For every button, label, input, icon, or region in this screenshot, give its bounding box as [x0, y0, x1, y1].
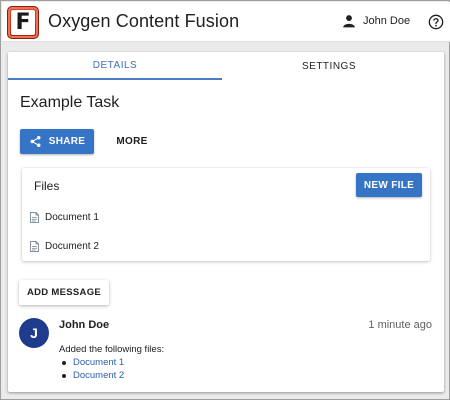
logo-letter: F: [11, 10, 35, 35]
app-logo[interactable]: F: [7, 6, 39, 39]
files-panel: Files NEW FILE Document 1 Document 2: [22, 168, 430, 261]
document-icon: [30, 211, 39, 223]
task-title: Example Task: [20, 94, 120, 111]
message-author: John Doe: [59, 319, 110, 331]
add-message-button[interactable]: ADD MESSAGE: [19, 280, 109, 305]
message-time: 1 minute ago: [368, 319, 432, 331]
help-circle-icon[interactable]: [428, 14, 444, 30]
user-name: John Doe: [363, 15, 411, 27]
file-item[interactable]: Document 2: [30, 239, 99, 253]
share-button[interactable]: SHARE: [20, 129, 94, 154]
bullet-icon: [62, 360, 66, 365]
message-file-link[interactable]: Document 2: [73, 369, 124, 382]
document-icon: [30, 240, 39, 252]
app-header: F Oxygen Content Fusion John Doe: [2, 2, 450, 42]
file-name: Document 1: [45, 211, 99, 223]
app-title: Oxygen Content Fusion: [48, 11, 240, 31]
file-item[interactable]: Document 1: [30, 210, 99, 224]
files-title: Files: [34, 179, 60, 193]
share-button-label: SHARE: [48, 136, 86, 147]
message-file-link[interactable]: Document 1: [73, 356, 124, 369]
tab-details[interactable]: DETAILS: [8, 52, 222, 80]
file-name: Document 2: [45, 240, 99, 252]
more-button[interactable]: MORE: [106, 129, 158, 154]
tab-bar: DETAILS SETTINGS: [8, 52, 444, 80]
task-card: DETAILS SETTINGS Example Task SHARE MORE…: [8, 52, 444, 392]
share-icon: [30, 135, 41, 148]
user-menu[interactable]: John Doe: [342, 14, 410, 28]
bullet-icon: [62, 373, 66, 378]
message-file-list: Document 1 Document 2: [59, 356, 124, 382]
list-item: Document 2: [59, 369, 124, 382]
person-icon: [343, 15, 355, 28]
app-window: F Oxygen Content Fusion John Doe DETAILS…: [0, 0, 450, 400]
list-item: Document 1: [59, 356, 124, 369]
avatar: J: [19, 318, 49, 348]
message-text: Added the following files:: [59, 344, 165, 355]
tab-settings[interactable]: SETTINGS: [222, 52, 436, 80]
new-file-button[interactable]: NEW FILE: [356, 173, 422, 197]
